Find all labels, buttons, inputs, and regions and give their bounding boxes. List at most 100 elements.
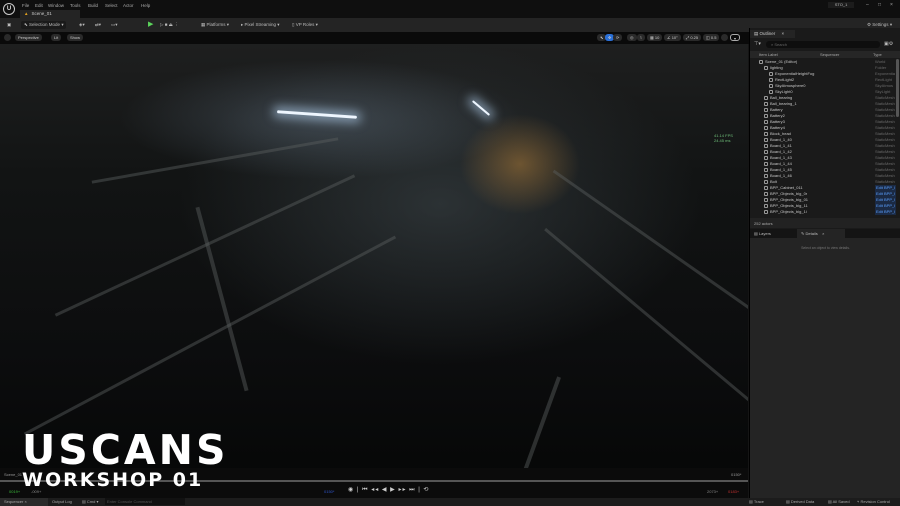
actor-icon — [764, 192, 768, 196]
tab-layers[interactable]: ▤ Layers — [750, 229, 795, 238]
grid-value: 10 — [655, 35, 659, 40]
outliner-tab[interactable]: ▤ Outliner × — [750, 30, 795, 38]
outliner-search-input[interactable]: ⌕ Search — [766, 41, 880, 48]
cmd-label: Cmd — [87, 499, 95, 504]
vp-roles-label: VP Roles — [296, 22, 315, 27]
status-bar: Sequencer × Output Log ▤ Cmd ▾ Enter Con… — [0, 498, 900, 506]
tab-scene[interactable]: ▲Scene_01 — [20, 10, 80, 18]
filter-icon[interactable]: ⊤▾ — [754, 41, 761, 47]
cinematics-icon[interactable]: ▭▾ — [108, 21, 121, 29]
shelf — [544, 228, 748, 423]
play-icon[interactable]: ▶ — [148, 21, 155, 29]
shelf — [92, 137, 339, 183]
actor-icon — [764, 162, 768, 166]
outliner-row[interactable]: BPP_Objects_big_1i Edit BPP_I — [750, 209, 896, 215]
actor-icon — [764, 198, 768, 202]
vp-roles-button[interactable]: ▯ VP Roles ▾ — [289, 21, 321, 29]
menu-tools[interactable]: Tools — [70, 3, 81, 8]
perspective-button[interactable]: Perspective — [15, 34, 42, 41]
menu-build[interactable]: Build — [88, 3, 98, 8]
actor-icon — [764, 138, 768, 142]
ms-value: 24.45 ms — [714, 138, 733, 143]
start-frame[interactable]: 0019+ — [9, 489, 20, 494]
column-type[interactable]: Type — [873, 52, 882, 57]
column-sequencer[interactable]: Sequencer — [820, 52, 839, 57]
ceiling-lamp — [277, 110, 357, 119]
angle-snap-button[interactable]: ∠ 10° — [664, 34, 681, 41]
grid-snap-button[interactable]: ▦ 10 — [647, 34, 662, 41]
level-viewport[interactable] — [0, 44, 748, 482]
minimize-icon[interactable]: – — [866, 2, 869, 8]
actor-icon — [764, 120, 768, 124]
search-placeholder: Search — [774, 42, 787, 47]
derived-data-button[interactable]: ▤ Derived Data — [786, 499, 814, 504]
all-saved-button[interactable]: ▤ All Saved — [828, 499, 850, 504]
settings-label: Settings — [872, 22, 888, 27]
outliner-panel: ▤ Outliner × ⊤▾ ⌕ Search ▣⚙ Item Label S… — [749, 28, 900, 498]
row-label: BPP_Objects_big_1i — [770, 209, 807, 215]
pixel-streaming-button[interactable]: ▸ Pixel Streaming ▾ — [238, 21, 283, 29]
menu-window[interactable]: Window — [48, 3, 64, 8]
current-frame[interactable]: 0150* — [324, 489, 334, 494]
outliner-header: Item Label Sequencer Type — [750, 51, 900, 58]
cmd-button[interactable]: ▤ Cmd ▾ — [82, 499, 98, 504]
row-type[interactable]: Edit BPP_I — [875, 209, 896, 215]
transform-icon[interactable]: ⇄▾ — [92, 21, 104, 29]
world-icon[interactable]: ◎ — [627, 34, 637, 41]
outliner-list: Scene_01 (Editor)WorldlightingFolderExpo… — [750, 59, 896, 215]
end-frame: 0150* — [731, 472, 741, 477]
trace-label: Trace — [754, 499, 764, 504]
all-saved-label: All Saved — [833, 499, 850, 504]
rotate-tool-icon[interactable]: ⟳ — [613, 34, 622, 41]
range-end[interactable]: 2073+ — [707, 489, 718, 494]
layout-icon[interactable]: ▾ — [730, 34, 740, 41]
camera-speed-button[interactable]: ◫ 0.5 — [703, 34, 719, 41]
revision-control-button[interactable]: ⑂ Revision Control — [857, 499, 890, 504]
transport-controls[interactable]: ◉ | ⏮ ◂◂ ◀ ▶ ▸▸ ⏭ | ⟲ — [348, 486, 429, 494]
actor-icon — [764, 108, 768, 112]
end-frame-red[interactable]: 0183+ — [728, 489, 739, 494]
actor-icon — [769, 84, 773, 88]
trace-button[interactable]: ▤ Trace — [749, 499, 764, 504]
ceiling-lamp — [472, 100, 490, 116]
console-input[interactable]: Enter Console Command — [105, 498, 185, 505]
add-actor-icon[interactable]: ◈▾ — [76, 21, 88, 29]
menu-select[interactable]: Select — [105, 3, 118, 8]
close-icon[interactable]: × — [890, 2, 893, 8]
outliner-scrollbar[interactable] — [896, 59, 899, 117]
tab-label: Scene_01 — [31, 11, 51, 16]
actor-icon — [764, 114, 768, 118]
viewport-menu-icon[interactable] — [4, 34, 11, 41]
menu-edit[interactable]: Edit — [35, 3, 43, 8]
skip-icon[interactable]: ▷ ■ ⏏ ⋮ — [157, 21, 182, 29]
maximize-icon[interactable]: □ — [878, 2, 881, 8]
overlay-title: USCANS — [22, 430, 228, 471]
actor-icon — [764, 144, 768, 148]
surface-snap-icon[interactable]: ⌇ — [637, 34, 645, 41]
selection-mode-label: Selection Mode — [29, 22, 60, 27]
menu-help[interactable]: Help — [141, 3, 150, 8]
save-icon[interactable]: ▣ — [4, 21, 14, 29]
platforms-label: Platforms — [207, 22, 226, 27]
shelf-post — [523, 376, 561, 471]
actor-icon — [769, 78, 773, 82]
add-folder-icon[interactable]: ▣⚙ — [884, 41, 893, 47]
menu-actor[interactable]: Actor — [123, 3, 134, 8]
pixel-streaming-label: Pixel Streaming — [245, 22, 277, 27]
column-item-label[interactable]: Item Label — [759, 52, 778, 57]
output-log-button[interactable]: Output Log — [52, 499, 72, 504]
options-icon[interactable] — [721, 34, 728, 41]
sequencer-tab[interactable]: Sequencer × — [0, 498, 48, 506]
title-overlay: USCANS WORKSHOP 01 — [22, 430, 228, 490]
lit-button[interactable]: Lit — [51, 34, 61, 41]
revision-control-label: Revision Control — [861, 499, 890, 504]
selection-mode-dropdown[interactable]: ⬉ Selection Mode ▾ — [21, 21, 66, 29]
tab-details[interactable]: ✎ Details × — [797, 229, 845, 238]
actor-icon — [759, 60, 763, 64]
scale-snap-button[interactable]: ⤢ 0.25 — [683, 34, 701, 41]
unreal-logo-icon[interactable]: U — [3, 3, 15, 15]
actor-icon — [764, 186, 768, 190]
menu-file[interactable]: File — [22, 3, 29, 8]
platforms-button[interactable]: ▦ Platforms ▾ — [198, 21, 232, 29]
show-button[interactable]: Show — [67, 34, 83, 41]
